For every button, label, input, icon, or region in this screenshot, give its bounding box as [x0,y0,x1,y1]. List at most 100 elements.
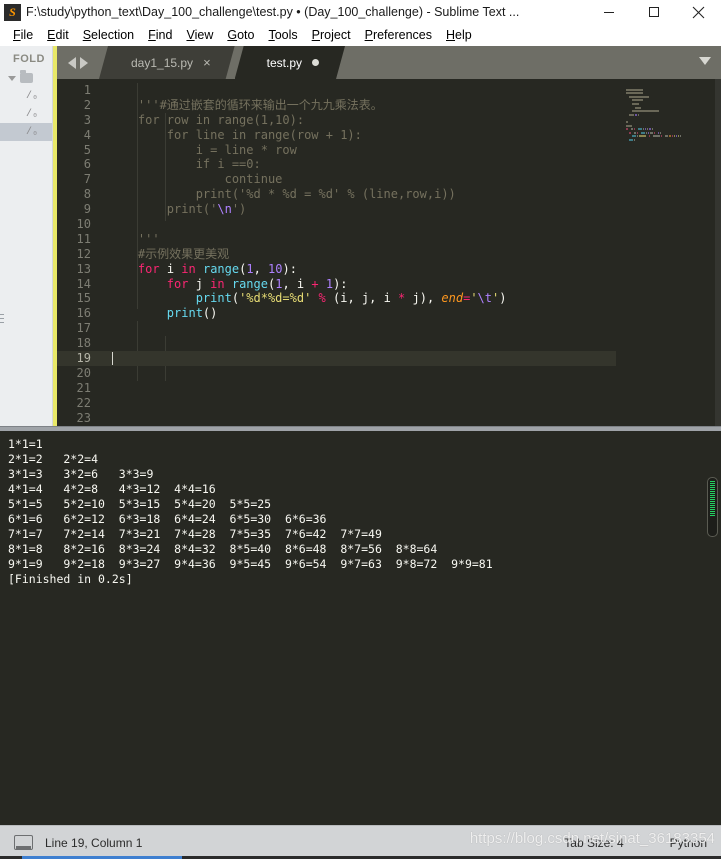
minimap-token [634,131,636,134]
sidebar-file-item[interactable]: /₀ [0,87,52,105]
code-line[interactable] [99,366,616,381]
menu-item-project[interactable]: Project [305,26,358,44]
minimap-token [657,131,659,134]
code-line[interactable]: for i in range(1, 10): [99,262,616,277]
menu-item-file[interactable]: File [6,26,40,44]
menu-item-edit[interactable]: Edit [40,26,76,44]
code-line[interactable] [99,217,616,232]
file-icon: /₀ [26,90,39,102]
nav-back-arrow-icon[interactable] [68,56,76,69]
console-toggle-icon[interactable] [14,835,33,850]
maximize-button[interactable] [631,0,676,24]
code-line[interactable]: '''#通过嵌套的循环来输出一个九九乘法表。 [99,98,616,113]
code-token: range [231,276,268,291]
line-number: 20 [76,365,91,380]
tab-unsaved-dot-icon[interactable] [312,59,320,66]
output-scrollbar-thumb[interactable] [707,477,718,537]
tab-nav-arrows[interactable] [57,46,99,79]
menu-item-tools[interactable]: Tools [261,26,304,44]
sidebar-folder-row[interactable] [0,69,52,87]
minimap-token [633,128,635,131]
code-token: ): [282,261,297,276]
code-token: (i, j, i [325,291,399,306]
code-line[interactable]: for line in range(row + 1): [99,128,616,143]
scrollbar-stripe [710,493,715,494]
output-line: 4*1=4 4*2=8 4*3=12 4*4=16 [8,482,216,496]
code-line[interactable]: print('%d * %d = %d' % (line,row,i)) [99,187,616,202]
minimap-token [668,135,671,138]
close-button[interactable] [676,0,721,24]
build-output-panel[interactable]: 1*1=1 2*1=2 2*2=4 3*1=3 3*2=6 3*3=9 4*1=4 4… [0,431,721,825]
menu-item-view[interactable]: View [179,26,220,44]
minimap[interactable] [616,79,721,426]
code-line[interactable] [99,336,616,351]
tab-day1_15[interactable]: day1_15.py × [99,46,235,79]
cursor-position-label[interactable]: Line 19, Column 1 [45,836,142,850]
code-token: for line in range(row + 1): [109,127,362,142]
code-line[interactable]: if i ==0: [99,157,616,172]
code-line[interactable]: ''' [99,232,616,247]
tab-size-label[interactable]: Tab Size: 4 [564,836,623,850]
minimap-token [629,138,633,141]
nav-forward-arrow-icon[interactable] [80,56,88,69]
code-line[interactable]: i = line * row [99,143,616,158]
scrollbar-stripe [710,485,715,486]
line-number: 14 [76,276,91,291]
scrollbar-stripe [710,501,715,502]
minimap-token [637,113,640,116]
code-token: print [195,291,232,306]
sidebar-folders-panel[interactable]: FOLD /₀/₀/₀ [0,46,53,426]
minimap-gap [639,132,640,134]
main-region: FOLD /₀/₀/₀ day1_15.py × test.py 1 2 3 4… [0,46,721,426]
menu-item-preferences[interactable]: Preferences [358,26,439,44]
code-token: for [166,276,189,291]
folder-icon [20,70,33,83]
code-content[interactable]: '''#通过嵌套的循环来输出一个九九乘法表。 for row in range(… [99,79,616,426]
code-line[interactable] [99,321,616,336]
tab-close-icon[interactable]: × [203,56,235,69]
menu-item-selection[interactable]: Selection [76,26,141,44]
code-line[interactable]: print('%d*%d=%d' % (i, j, i * j), end='\… [99,291,616,306]
minimap-gap [622,135,631,137]
minimap-token [626,128,629,131]
chevron-down-icon [8,75,16,81]
code-editor[interactable]: 1 2 3 4 5 6 7 8 9 10 11 12 13 14 15 16 17 18 19 20 21 22 23 ''… [57,79,721,426]
minimap-token [638,128,642,131]
code-line[interactable]: #示例效果更美观 [99,247,616,262]
code-line[interactable] [99,351,616,366]
line-number-gutter: 1 2 3 4 5 6 7 8 9 10 11 12 13 14 15 16 17 18 19 20 21 22 23 [57,79,99,426]
code-token: ) [499,291,507,306]
minimize-button[interactable] [586,0,631,24]
chevron-down-icon[interactable] [699,57,711,65]
minimap-scrollbar[interactable] [715,79,721,426]
code-line[interactable] [99,83,616,98]
minimap-gap [622,110,631,112]
syntax-label[interactable]: Python [670,836,707,850]
menu-item-help[interactable]: Help [439,26,479,44]
code-line[interactable] [99,396,616,411]
menu-item-find[interactable]: Find [141,26,179,44]
code-line[interactable]: for j in range(1, i + 1): [99,277,616,292]
minimap-token [631,128,633,131]
minimap-token [626,124,632,127]
code-line[interactable] [99,411,616,426]
scrollbar-stripe [710,495,715,496]
menu-item-goto[interactable]: Goto [220,26,261,44]
text-caret [112,352,113,366]
code-line[interactable]: print('\n') [99,202,616,217]
minimap-token [653,131,655,134]
scrollbar-stripe [710,505,715,506]
sidebar-file-item[interactable]: /₀ [0,105,52,123]
tab-test[interactable]: test.py [235,46,345,79]
output-scrollbar[interactable] [707,437,718,807]
code-line[interactable] [99,381,616,396]
code-line[interactable]: for row in range(1,10): [99,113,616,128]
line-number: 4 [83,127,91,142]
code-line[interactable]: print() [99,306,616,321]
code-line[interactable]: continue [99,172,616,187]
sidebar-file-item[interactable]: /₀ [0,123,52,141]
minimap-line [622,88,717,91]
